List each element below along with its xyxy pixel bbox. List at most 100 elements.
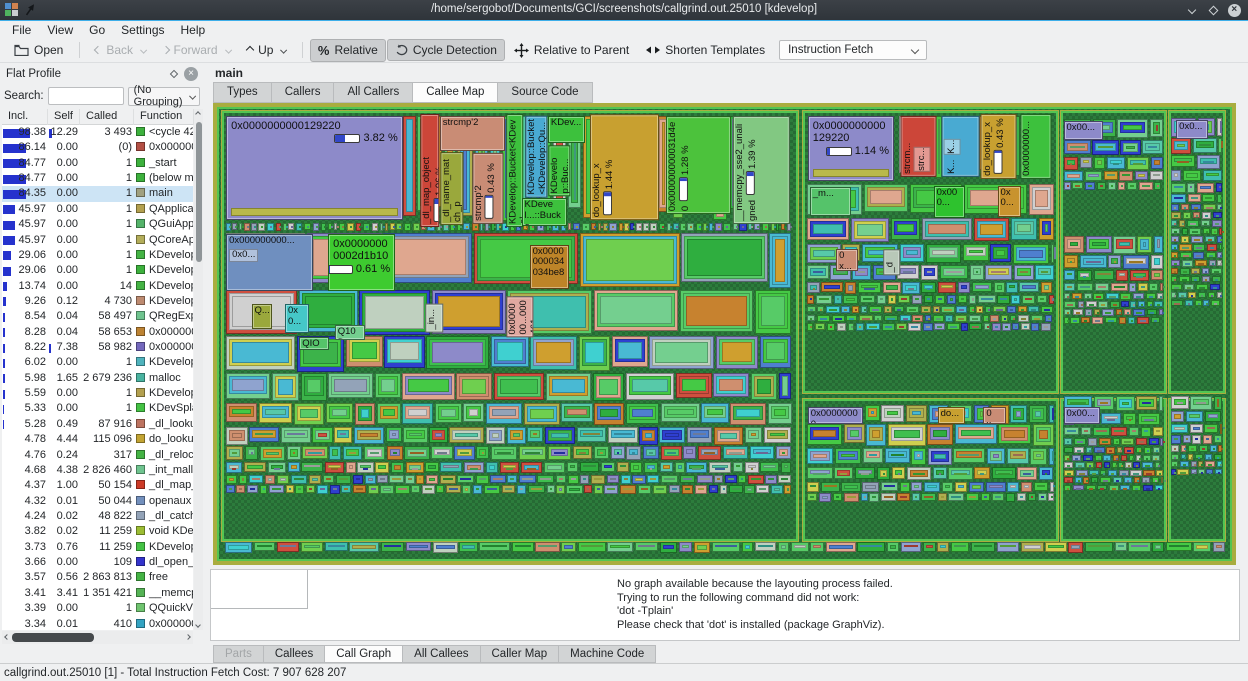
table-row[interactable]: 29.060.001KDevelop::C <box>2 248 193 263</box>
treemap-cell[interactable] <box>1041 282 1052 293</box>
treemap-cell[interactable] <box>607 475 619 484</box>
treemap-cell[interactable] <box>681 233 768 282</box>
treemap-cell[interactable] <box>491 446 517 460</box>
treemap-cell[interactable] <box>1181 445 1187 452</box>
treemap-cell[interactable] <box>603 223 608 231</box>
treemap-cell[interactable] <box>247 485 258 493</box>
treemap-cell[interactable] <box>925 315 932 322</box>
treemap-cell[interactable] <box>1017 467 1037 480</box>
treemap-cell[interactable] <box>496 223 500 230</box>
treemap-cell[interactable] <box>679 542 692 552</box>
treemap-cell[interactable] <box>1109 485 1119 491</box>
treemap-cell[interactable] <box>624 223 628 231</box>
treemap-cell[interactable] <box>1171 220 1177 226</box>
table-row[interactable]: 45.970.001QApplication <box>2 202 193 217</box>
tab-callers[interactable]: Callers <box>271 82 334 103</box>
treemap-cell[interactable] <box>530 336 577 370</box>
treemap-cell[interactable] <box>426 475 439 484</box>
treemap-cell[interactable] <box>881 482 899 492</box>
treemap-cell[interactable] <box>1064 427 1080 436</box>
treemap-cell[interactable] <box>258 223 265 231</box>
table-row[interactable]: 8.540.0458 497QRegExp::ma <box>2 309 193 324</box>
treemap-cell[interactable] <box>1045 315 1053 322</box>
treemap-cell[interactable] <box>1154 301 1163 307</box>
treemap-cell[interactable] <box>1211 228 1217 235</box>
treemap-cell[interactable] <box>1021 323 1030 330</box>
treemap-cell[interactable] <box>456 373 492 400</box>
treemap-cell[interactable] <box>1196 284 1208 290</box>
treemap-cell[interactable] <box>1085 171 1103 181</box>
treemap-cell[interactable] <box>1123 255 1149 269</box>
treemap-cell[interactable] <box>1078 301 1085 308</box>
treemap-cell[interactable] <box>1007 306 1016 313</box>
treemap-cell[interactable] <box>647 475 659 483</box>
treemap-cell[interactable] <box>232 223 237 230</box>
treemap-cell[interactable] <box>1208 292 1216 298</box>
treemap-cell[interactable] <box>556 485 565 494</box>
treemap-cell[interactable] <box>912 493 920 501</box>
treemap-cell[interactable] <box>755 542 776 551</box>
treemap-cell[interactable] <box>874 315 882 322</box>
treemap-cell[interactable] <box>997 295 1009 304</box>
treemap-cell[interactable] <box>1116 309 1122 315</box>
treemap-cell[interactable] <box>933 467 947 479</box>
treemap-cell[interactable] <box>313 223 319 230</box>
treemap-cell[interactable] <box>821 282 843 293</box>
treemap-cell[interactable] <box>1160 438 1163 446</box>
treemap-cell[interactable] <box>1153 427 1163 437</box>
treemap-cell[interactable] <box>827 323 835 331</box>
treemap-block[interactable]: _dl_name_match_p 1.04 % <box>440 152 463 225</box>
treemap-cell[interactable] <box>1143 485 1153 491</box>
treemap-cell[interactable] <box>926 244 962 263</box>
treemap-cell[interactable] <box>660 542 677 552</box>
treemap-cell[interactable] <box>1171 183 1186 193</box>
treemap-cell[interactable] <box>701 403 729 423</box>
tab-caller-map[interactable]: Caller Map <box>480 645 559 663</box>
treemap-cell[interactable] <box>384 336 424 368</box>
column-header-incl[interactable]: Incl. <box>2 109 48 125</box>
treemap-cell[interactable] <box>435 403 462 424</box>
treemap-cell[interactable] <box>336 475 352 484</box>
treemap-cell[interactable] <box>1193 212 1200 218</box>
treemap-cell[interactable] <box>1191 204 1202 211</box>
treemap-cell[interactable] <box>1019 282 1039 293</box>
treemap-cell[interactable] <box>1086 447 1092 453</box>
treemap-cell[interactable] <box>1166 542 1192 551</box>
treemap-cell[interactable] <box>697 475 713 484</box>
treemap-cell[interactable] <box>1210 284 1220 291</box>
treemap-cell[interactable] <box>626 373 674 400</box>
treemap-cell[interactable] <box>365 475 376 484</box>
treemap-cell[interactable] <box>694 542 711 552</box>
treemap-cell[interactable] <box>1187 183 1195 192</box>
treemap-cell[interactable] <box>1218 138 1222 153</box>
treemap-block[interactable]: KDevelop::Bucket<KDevelop::Qu... <box>525 116 547 198</box>
scroll-left-icon[interactable] <box>4 634 10 640</box>
treemap-cell[interactable] <box>877 467 890 480</box>
treemap-cell[interactable] <box>517 485 527 494</box>
treemap-cell[interactable] <box>897 265 919 279</box>
treemap-cell[interactable] <box>928 448 952 465</box>
treemap-cell[interactable] <box>1121 301 1128 307</box>
treemap-cell[interactable] <box>1093 427 1110 437</box>
treemap-cell[interactable] <box>1171 276 1178 283</box>
treemap-cell[interactable] <box>1197 183 1214 193</box>
treemap-cell[interactable] <box>862 482 879 492</box>
treemap-cell[interactable] <box>244 462 266 473</box>
treemap-cell[interactable] <box>859 315 873 322</box>
treemap-block[interactable]: K... K... <box>942 116 980 177</box>
menu-item-file[interactable]: File <box>4 23 39 37</box>
treemap-cell[interactable] <box>301 462 323 472</box>
treemap-cell[interactable] <box>380 485 393 494</box>
treemap-cell[interactable] <box>454 446 474 460</box>
treemap-cell[interactable] <box>594 485 603 494</box>
treemap-cell[interactable] <box>1095 283 1109 292</box>
treemap-cell[interactable] <box>861 493 868 501</box>
treemap-cell[interactable] <box>1100 477 1111 483</box>
treemap-cell[interactable] <box>609 223 617 231</box>
treemap-cell[interactable] <box>1064 171 1083 181</box>
treemap-cell[interactable] <box>832 315 845 322</box>
treemap-cell[interactable] <box>381 542 405 552</box>
treemap-cell[interactable] <box>544 462 565 473</box>
treemap-cell[interactable] <box>748 475 764 484</box>
treemap-cell[interactable] <box>1104 462 1111 468</box>
